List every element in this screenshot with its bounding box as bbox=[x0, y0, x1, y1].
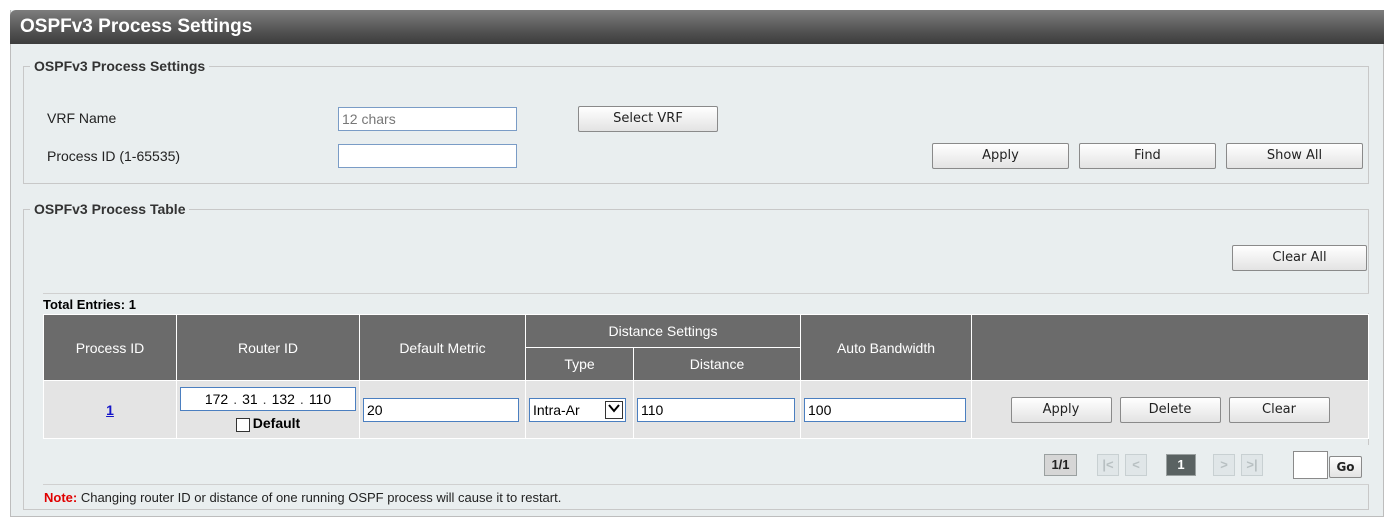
find-button[interactable]: Find bbox=[1079, 143, 1216, 169]
pagination: 1/1 |< < 1 > >| Go bbox=[43, 445, 1369, 485]
header-type: Type bbox=[525, 347, 634, 381]
note-text: Note: Changing router ID or distance of … bbox=[44, 490, 561, 505]
header-distance: Distance bbox=[633, 347, 801, 381]
next-page-button[interactable]: > bbox=[1213, 454, 1235, 476]
table-row: 1 172.31.132.110 Default Intra-Ar bbox=[43, 380, 1369, 439]
header-router-id: Router ID bbox=[176, 314, 360, 381]
router-id-octet-1[interactable]: 172 bbox=[205, 391, 228, 407]
router-id-octet-4[interactable]: 110 bbox=[309, 391, 331, 407]
type-cell: Intra-Ar bbox=[525, 380, 634, 439]
vrf-name-input[interactable] bbox=[338, 107, 517, 131]
total-entries: Total Entries: 1 bbox=[43, 293, 1369, 313]
distance-input[interactable] bbox=[637, 397, 795, 422]
process-id-link[interactable]: 1 bbox=[106, 402, 114, 418]
chevron-down-icon[interactable] bbox=[605, 400, 623, 419]
router-id-octet-3[interactable]: 132 bbox=[272, 391, 295, 407]
note-prefix: Note: bbox=[44, 490, 78, 505]
page-title: OSPFv3 Process Settings bbox=[10, 10, 1384, 44]
apply-button[interactable]: Apply bbox=[932, 143, 1069, 169]
go-button[interactable]: Go bbox=[1329, 456, 1362, 478]
select-vrf-button[interactable]: Select VRF bbox=[578, 106, 718, 132]
go-page-input[interactable] bbox=[1293, 451, 1328, 479]
row-apply-button[interactable]: Apply bbox=[1010, 396, 1112, 423]
default-label: Default bbox=[252, 415, 301, 432]
process-id-cell: 1 bbox=[43, 380, 177, 439]
actions-cell: Apply Delete Clear bbox=[971, 380, 1369, 439]
show-all-button[interactable]: Show All bbox=[1226, 143, 1363, 169]
process-table: Process ID Router ID Default Metric Dist… bbox=[43, 314, 1369, 439]
process-id-label: Process ID (1-65535) bbox=[47, 148, 181, 164]
header-actions bbox=[971, 314, 1369, 381]
router-id-cell: 172. 31. 132. 110 Default bbox=[176, 380, 360, 439]
default-checkbox[interactable] bbox=[235, 417, 250, 432]
vrf-name-label: VRF Name bbox=[47, 110, 117, 126]
router-id-input[interactable]: 172. 31. 132. 110 bbox=[180, 387, 356, 412]
page-info: 1/1 bbox=[1044, 454, 1077, 476]
auto-bandwidth-cell bbox=[800, 380, 972, 439]
auto-bandwidth-input[interactable] bbox=[804, 397, 966, 422]
clear-all-button[interactable]: Clear All bbox=[1232, 245, 1367, 271]
page-1-button[interactable]: 1 bbox=[1166, 454, 1196, 476]
first-page-button[interactable]: |< bbox=[1097, 454, 1119, 476]
header-distance-settings: Distance Settings bbox=[525, 314, 801, 348]
process-settings-legend: OSPFv3 Process Settings bbox=[34, 58, 206, 74]
header-process-id: Process ID bbox=[43, 314, 177, 381]
distance-cell bbox=[633, 380, 801, 439]
row-delete-button[interactable]: Delete bbox=[1119, 396, 1221, 423]
router-id-octet-2[interactable]: 31 bbox=[242, 391, 258, 407]
process-table-legend: OSPFv3 Process Table bbox=[34, 201, 186, 217]
header-auto-bandwidth: Auto Bandwidth bbox=[800, 314, 972, 381]
type-select[interactable]: Intra-Ar bbox=[529, 397, 626, 422]
process-id-input[interactable] bbox=[338, 144, 517, 168]
row-clear-button[interactable]: Clear bbox=[1228, 396, 1330, 423]
prev-page-button[interactable]: < bbox=[1125, 454, 1147, 476]
note-body: Changing router ID or distance of one ru… bbox=[77, 490, 562, 505]
default-metric-cell bbox=[359, 380, 526, 439]
default-metric-input[interactable] bbox=[363, 397, 519, 422]
type-select-value: Intra-Ar bbox=[533, 401, 580, 418]
header-default-metric: Default Metric bbox=[359, 314, 526, 381]
last-page-button[interactable]: >| bbox=[1241, 454, 1263, 476]
